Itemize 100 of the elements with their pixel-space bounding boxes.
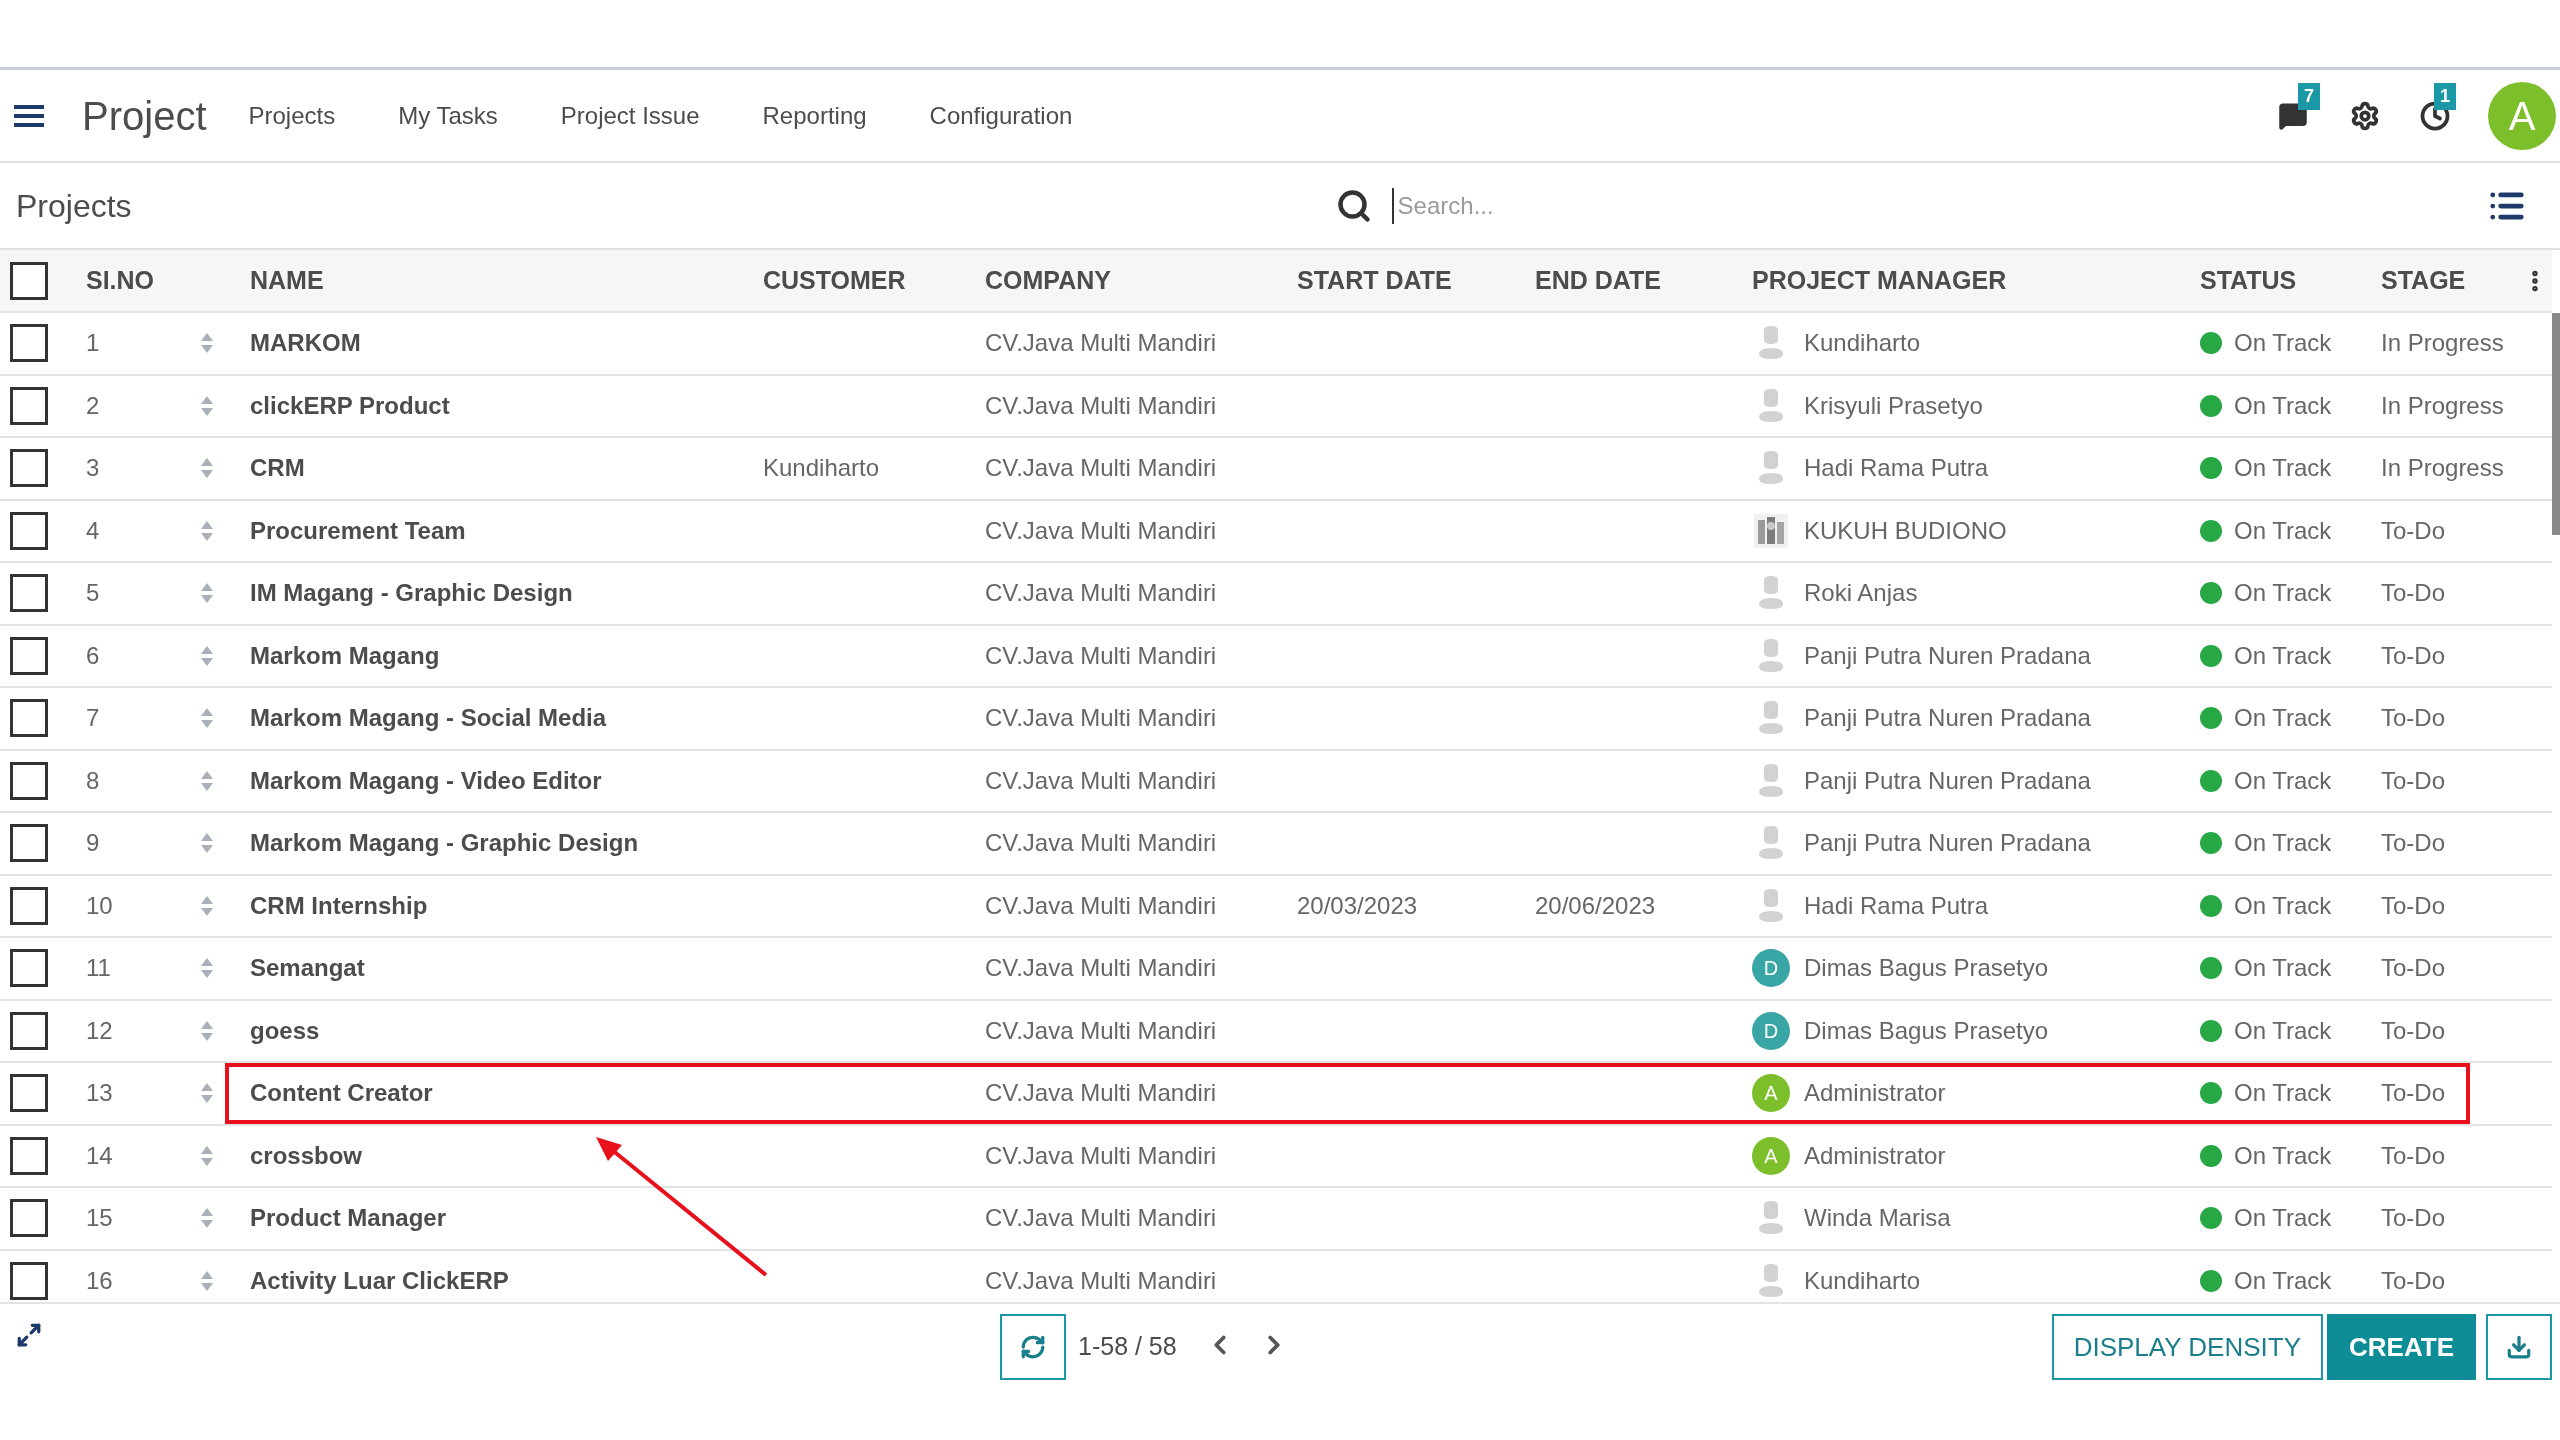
project-name[interactable]: Markom Magang - Graphic Design [250, 825, 763, 862]
drag-handle-icon[interactable] [200, 1207, 214, 1230]
table-row[interactable]: 7 Markom Magang - Social Media CV.Java Multi Mandiri Panji Putra Nuren Pradana On Track To-Do [0, 688, 2552, 751]
table-cell-text: 12 [86, 1015, 114, 1046]
checkbox[interactable] [10, 386, 48, 425]
project-name[interactable]: CRM [250, 450, 763, 487]
checkbox[interactable] [10, 511, 48, 550]
table-cell-text: To-Do [2381, 515, 2447, 546]
table-cell-text: Panji Putra Nuren Pradana [1804, 703, 2091, 734]
menu-item[interactable]: Project Issue [560, 97, 700, 134]
settings-icon[interactable] [2350, 100, 2380, 131]
project-name[interactable]: Markom Magang - Social Media [250, 700, 763, 737]
table-row[interactable]: 8 Markom Magang - Video Editor CV.Java Multi Mandiri Panji Putra Nuren Pradana On Track To-Do [0, 750, 2552, 813]
menu-item[interactable]: My Tasks [398, 97, 498, 134]
checkbox[interactable] [10, 1136, 48, 1175]
table-cell-text: 2 [86, 390, 101, 421]
column-header[interactable]: CUSTOMER [763, 261, 985, 300]
table-row[interactable]: 13 Content Creator CV.Java Multi Mandiri A Administrator On Track To-Do [0, 1063, 2552, 1126]
checkbox[interactable] [10, 261, 48, 300]
drag-handle-icon[interactable] [200, 582, 214, 605]
pager-value[interactable]: 1-58 / 58 [1078, 1328, 1177, 1366]
table-row[interactable]: 5 IM Magang - Graphic Design CV.Java Multi Mandiri Roki Anjas On Track To-Do [0, 563, 2552, 626]
checkbox[interactable] [10, 636, 48, 675]
project-name[interactable]: Markom Magang [250, 637, 763, 674]
checkbox[interactable] [10, 574, 48, 613]
menu-item[interactable]: Configuration [929, 97, 1073, 134]
table-row[interactable]: 1 MARKOM CV.Java Multi Mandiri Kundiharto On Track In Progress [0, 313, 2552, 376]
project-name[interactable]: crossbow [250, 1137, 763, 1174]
drag-handle-icon[interactable] [200, 1082, 214, 1105]
table-row[interactable]: 6 Markom Magang CV.Java Multi Mandiri Panji Putra Nuren Pradana On Track To-Do [0, 625, 2552, 688]
column-header[interactable]: NAME [250, 261, 763, 300]
checkbox[interactable] [10, 1261, 48, 1300]
table-row[interactable]: 10 CRM Internship CV.Java Multi Mandiri 20/03/2023 20/06/2023 Hadi Rama Putra On Track To-Do [0, 875, 2552, 938]
search-icon[interactable] [1335, 187, 1372, 224]
project-name[interactable]: clickERP Product [250, 387, 763, 424]
checkbox[interactable] [10, 824, 48, 863]
table-row[interactable]: 15 Product Manager CV.Java Multi Mandiri Winda Marisa On Track To-Do [0, 1188, 2552, 1251]
drag-handle-icon[interactable] [200, 644, 214, 667]
checkbox[interactable] [10, 949, 48, 988]
drag-handle-icon[interactable] [200, 1019, 214, 1042]
search-field[interactable]: Search... [1391, 187, 2442, 224]
table-row[interactable]: 16 Activity Luar ClickERP CV.Java Multi Mandiri Kundiharto On Track To-Do [0, 1250, 2552, 1302]
expand-icon[interactable] [16, 1322, 42, 1348]
drag-handle-icon[interactable] [200, 832, 214, 855]
column-header[interactable]: SI.NO [86, 261, 200, 300]
table-row[interactable]: 12 goess CV.Java Multi Mandiri D Dimas Bagus Prasetyo On Track To-Do [0, 1000, 2552, 1063]
project-name[interactable]: Procurement Team [250, 512, 763, 549]
project-name[interactable]: Content Creator [250, 1075, 763, 1112]
column-header[interactable]: START DATE [1297, 261, 1535, 300]
project-name[interactable]: goess [250, 1012, 763, 1049]
drag-handle-icon[interactable] [200, 894, 214, 917]
drag-handle-icon[interactable] [200, 1144, 214, 1167]
table-row[interactable]: 14 crossbow CV.Java Multi Mandiri A Administrator On Track To-Do [0, 1125, 2552, 1188]
user-avatar: A [1752, 1136, 1790, 1175]
column-header[interactable]: COMPANY [985, 261, 1297, 300]
drag-handle-icon[interactable] [200, 1269, 214, 1292]
project-name[interactable]: Product Manager [250, 1200, 763, 1237]
drag-handle-icon[interactable] [200, 957, 214, 980]
create-button[interactable]: CREATE [2327, 1314, 2476, 1380]
table-row[interactable]: 9 Markom Magang - Graphic Design CV.Java Multi Mandiri Panji Putra Nuren Pradana On Track To-Do [0, 813, 2552, 876]
table-cell-text: On Track [2234, 765, 2332, 796]
drag-handle-icon[interactable] [200, 519, 214, 542]
table-row[interactable]: 11 Semangat CV.Java Multi Mandiri D Dimas Bagus Prasetyo On Track To-Do [0, 938, 2552, 1001]
clock-icon[interactable] [2420, 100, 2450, 131]
person-placeholder-icon [1756, 888, 1786, 923]
checkbox[interactable] [10, 699, 48, 738]
column-header[interactable]: PROJECT MANAGER [1752, 261, 2200, 300]
project-name[interactable]: CRM Internship [250, 887, 763, 924]
menu-item[interactable]: Reporting [762, 97, 867, 134]
checkbox[interactable] [10, 324, 48, 363]
display-density-button[interactable]: DISPLAY DENSITY [2051, 1314, 2324, 1380]
checkbox[interactable] [10, 886, 48, 925]
column-header[interactable]: STAGE [2381, 261, 2466, 300]
project-name[interactable]: Semangat [250, 950, 763, 987]
checkbox[interactable] [10, 1074, 48, 1113]
project-name[interactable]: IM Magang - Graphic Design [250, 575, 763, 612]
table-cell-text: To-Do [2381, 578, 2447, 609]
checkbox[interactable] [10, 449, 48, 488]
drag-handle-icon[interactable] [200, 707, 214, 730]
drag-handle-icon[interactable] [200, 457, 214, 480]
table-cell-text: CV.Java Multi Mandiri [985, 390, 1218, 421]
table-row[interactable]: 2 clickERP Product CV.Java Multi Mandiri Krisyuli Prasetyo On Track In Progress [0, 375, 2552, 438]
menu-item[interactable]: Projects [248, 97, 336, 134]
project-name[interactable]: Markom Magang - Video Editor [250, 762, 763, 799]
drag-handle-icon[interactable] [200, 769, 214, 792]
project-name[interactable]: Activity Luar ClickERP [250, 1262, 763, 1299]
checkbox[interactable] [10, 761, 48, 800]
column-header[interactable]: STATUS [2200, 261, 2381, 300]
checkbox[interactable] [10, 1011, 48, 1050]
project-name[interactable]: MARKOM [250, 325, 763, 362]
drag-handle-icon[interactable] [200, 332, 214, 355]
checkbox[interactable] [10, 1199, 48, 1238]
table-row[interactable]: 3 CRM Kundiharto CV.Java Multi Mandiri Hadi Rama Putra On Track In Progress [0, 438, 2552, 501]
table-row[interactable]: 4 Procurement Team CV.Java Multi Mandiri KUKUH BUDIONO On Track To-Do [0, 500, 2552, 563]
column-header[interactable]: END DATE [1535, 261, 1752, 300]
refresh-button[interactable] [1000, 1314, 1066, 1380]
download-button[interactable] [2486, 1314, 2552, 1380]
scrollbar[interactable] [2552, 313, 2560, 535]
menu-icon[interactable] [14, 103, 44, 128]
drag-handle-icon[interactable] [200, 394, 214, 417]
